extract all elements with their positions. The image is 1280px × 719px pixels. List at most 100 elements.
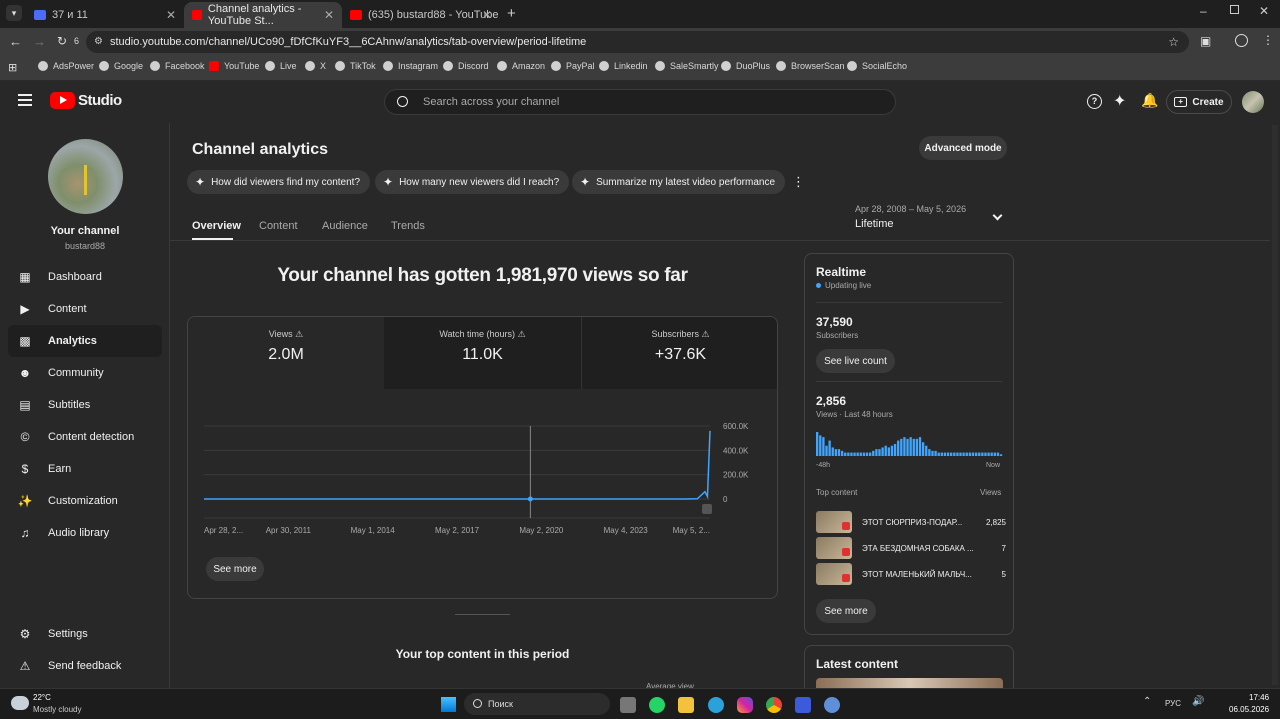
sidebar-item-send-feedback[interactable]: ⚠ Send feedback — [8, 650, 162, 682]
bookmark-facebook[interactable]: Facebook — [150, 61, 205, 71]
help-icon[interactable]: ? — [1087, 94, 1102, 109]
sparkle-icon[interactable]: ✦ — [1113, 91, 1126, 111]
bookmark-duoplus[interactable]: DuoPlus — [721, 61, 770, 71]
metric-watch-time[interactable]: Watch time (hours) ⚠ 11.0K — [384, 317, 581, 389]
maximize-icon[interactable] — [1230, 5, 1239, 14]
telegram-icon[interactable] — [708, 697, 724, 713]
bookmark-socialecho[interactable]: SocialEcho — [847, 61, 907, 71]
new-tab-button[interactable]: + — [507, 5, 516, 22]
extensions-icon[interactable]: ▣ — [1200, 34, 1211, 48]
tray-overflow-icon[interactable]: ⌃ — [1143, 696, 1151, 707]
sidebar-item-audio-library[interactable]: ♫ Audio library — [8, 517, 162, 549]
tab-audience[interactable]: Audience — [322, 220, 368, 232]
language-indicator[interactable]: РУС — [1165, 699, 1181, 708]
bookmark-discord[interactable]: Discord — [443, 61, 489, 71]
close-tab-icon[interactable]: ✕ — [482, 8, 492, 22]
profile-icon[interactable] — [1235, 34, 1248, 47]
browser-tab-3[interactable]: (635) bustard88 - YouTube ✕ — [342, 2, 500, 28]
create-button[interactable]: + Create — [1166, 90, 1232, 114]
sidebar-item-earn[interactable]: $ Earn — [8, 453, 162, 485]
live-dot-icon — [816, 283, 821, 288]
advanced-mode-button[interactable]: Advanced mode — [919, 136, 1007, 160]
realtime-bar-chart[interactable] — [816, 432, 1003, 456]
bookmark-x[interactable]: X — [305, 61, 326, 71]
browser-tab-2[interactable]: Channel analytics - YouTube St... ✕ — [184, 2, 342, 28]
realtime-subs-value: 37,590 — [816, 315, 853, 329]
bookmark-adspower[interactable]: AdsPower — [38, 61, 94, 71]
hamburger-menu-icon[interactable] — [18, 94, 32, 106]
bookmark-paypal[interactable]: PayPal — [551, 61, 595, 71]
close-window-icon[interactable]: ✕ — [1259, 4, 1269, 18]
top-content-item[interactable]: ЭТА БЕЗДОМНАЯ СОБАКА ... 7 — [816, 537, 1006, 559]
close-tab-icon[interactable]: ✕ — [166, 8, 176, 22]
bookmark-youtube[interactable]: YouTube — [209, 61, 259, 71]
realtime-bar — [865, 452, 869, 456]
chip-viewers-find-content[interactable]: ✦ How did viewers find my content? — [187, 170, 371, 194]
close-tab-icon[interactable]: ✕ — [324, 8, 334, 22]
clock-time[interactable]: 17:46 — [1249, 693, 1269, 702]
notifications-bell-icon[interactable]: 🔔 — [1141, 92, 1158, 109]
tab-list-icon[interactable]: ▾ — [6, 5, 22, 21]
chrome-icon[interactable] — [766, 697, 782, 713]
browser-menu-icon[interactable]: ⋮ — [1262, 33, 1274, 47]
app-icon[interactable] — [795, 697, 811, 713]
realtime-see-more-button[interactable]: See more — [816, 599, 876, 623]
sidebar-item-customization[interactable]: ✨ Customization — [8, 485, 162, 517]
minimize-icon[interactable]: – — [1200, 4, 1207, 18]
browser-app-icon[interactable] — [824, 697, 840, 713]
address-bar[interactable]: ⚙ studio.youtube.com/channel/UCo90_fDfCf… — [86, 31, 1189, 53]
top-content-item[interactable]: ЭТОТ МАЛЕНЬКИЙ МАЛЬЧ... 5 — [816, 563, 1006, 585]
back-icon[interactable]: ← — [9, 34, 22, 49]
clock-date[interactable]: 06.05.2026 — [1229, 705, 1269, 714]
chip-summarize-latest-video[interactable]: ✦ Summarize my latest video performance — [572, 170, 786, 194]
windows-start-icon[interactable] — [441, 697, 456, 712]
apps-grid-icon[interactable]: ⊞ — [8, 61, 17, 74]
instagram-icon[interactable] — [737, 697, 753, 713]
sidebar-item-subtitles[interactable]: ▤ Subtitles — [8, 389, 162, 421]
bookmark-salesmartly[interactable]: SaleSmartly — [655, 61, 719, 71]
see-more-button[interactable]: See more — [206, 557, 264, 581]
whatsapp-icon[interactable] — [649, 697, 665, 713]
sidebar-item-content-detection[interactable]: © Content detection — [8, 421, 162, 453]
task-view-icon[interactable] — [620, 697, 636, 713]
date-range-selector[interactable]: Apr 28, 2008 – May 5, 2026 Lifetime — [855, 204, 1007, 234]
reload-icon[interactable]: ↻ — [57, 34, 67, 48]
top-content-item[interactable]: ЭТОТ СЮРПРИЗ-ПОДАР... 2,825 — [816, 511, 1006, 533]
site-info-icon[interactable]: ⚙ — [94, 31, 103, 53]
scrollbar[interactable] — [1272, 125, 1278, 685]
browser-tab-1[interactable]: 37 и 11 ✕ — [26, 2, 184, 28]
bookmark-google[interactable]: Google — [99, 61, 143, 71]
sidebar-item-settings[interactable]: ⚙ Settings — [8, 618, 162, 650]
studio-logo[interactable]: Studio — [50, 92, 122, 109]
taskbar-search[interactable]: Поиск — [464, 693, 610, 715]
bookmark-instagram[interactable]: Instagram — [383, 61, 438, 71]
metric-views[interactable]: Views ⚠ 2.0M — [188, 317, 384, 389]
sidebar-item-content[interactable]: ▶ Content — [8, 293, 162, 325]
volume-icon[interactable]: 🔊 — [1192, 696, 1204, 707]
search-input[interactable]: Search across your channel — [384, 89, 896, 115]
sidebar-item-analytics[interactable]: ▩ Analytics — [8, 325, 162, 357]
bookmark-tiktok[interactable]: TikTok — [335, 61, 376, 71]
channel-avatar[interactable] — [48, 139, 123, 214]
tab-trends[interactable]: Trends — [391, 220, 425, 232]
see-live-count-button[interactable]: See live count — [816, 349, 895, 373]
bookmark-icon — [551, 61, 561, 71]
views-line-chart[interactable]: 600.0K 400.0K 200.0K 0 Apr 28, 2... Apr 30, 2… — [188, 417, 778, 567]
bookmark-amazon[interactable]: Amazon — [497, 61, 545, 71]
metric-subscribers[interactable]: Subscribers ⚠ +37.6K — [581, 317, 777, 389]
account-avatar[interactable] — [1242, 91, 1264, 113]
tab-overview[interactable]: Overview — [192, 220, 241, 232]
sidebar-item-dashboard[interactable]: ▦ Dashboard — [8, 261, 162, 293]
file-explorer-icon[interactable] — [678, 697, 694, 713]
bookmark-browserscan[interactable]: BrowserScan — [776, 61, 845, 71]
sidebar-item-community[interactable]: ☻ Community — [8, 357, 162, 389]
forward-icon[interactable]: → — [33, 34, 46, 49]
tab-content[interactable]: Content — [259, 220, 298, 232]
bookmark-live[interactable]: Live — [265, 61, 297, 71]
chip-new-viewers[interactable]: ✦ How many new viewers did I reach? — [375, 170, 570, 194]
bookmark-linkedin[interactable]: Linkedin — [599, 61, 648, 71]
realtime-bar — [868, 452, 872, 456]
more-options-icon[interactable]: ⋮ — [792, 174, 805, 190]
weather-icon[interactable] — [11, 696, 29, 710]
bookmark-star-icon[interactable]: ☆ — [1168, 31, 1179, 53]
